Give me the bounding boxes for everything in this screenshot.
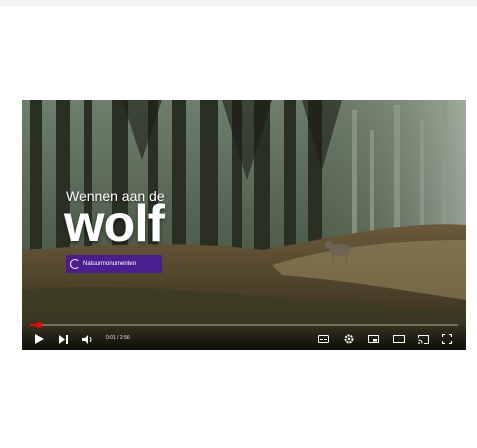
video-title-line2: wolf [64, 195, 165, 253]
theater-icon [393, 335, 405, 343]
fullscreen-button[interactable] [440, 332, 454, 346]
miniplayer-button[interactable] [366, 332, 380, 346]
page-top-strip [0, 0, 477, 6]
theater-mode-button[interactable] [392, 332, 406, 346]
brand-badge: Natuurmonumenten [66, 255, 162, 273]
play-icon [34, 334, 44, 344]
time-display: 0:01 / 2:56 [106, 335, 130, 341]
fullscreen-icon [442, 334, 452, 344]
volume-icon [81, 334, 91, 344]
settings-button[interactable] [342, 332, 356, 346]
volume-button[interactable] [80, 332, 94, 346]
player-controls: 0:01 / 2:56 [22, 322, 466, 350]
next-icon [58, 334, 68, 344]
brand-logo-icon [70, 259, 80, 269]
settings-icon [344, 334, 354, 344]
cast-button[interactable] [416, 332, 430, 346]
subtitles-button[interactable] [316, 332, 330, 346]
miniplayer-icon [367, 335, 379, 343]
subtitles-icon [317, 335, 329, 343]
progress-bar[interactable] [30, 322, 458, 328]
video-player[interactable]: Wennen aan de wolf Natuurmonumenten 0:01… [22, 100, 466, 350]
play-button[interactable] [32, 332, 46, 346]
progress-scrubber[interactable] [35, 322, 42, 328]
next-button[interactable] [56, 332, 70, 346]
cast-icon [417, 334, 429, 344]
brand-label: Natuurmonumenten [83, 261, 137, 267]
